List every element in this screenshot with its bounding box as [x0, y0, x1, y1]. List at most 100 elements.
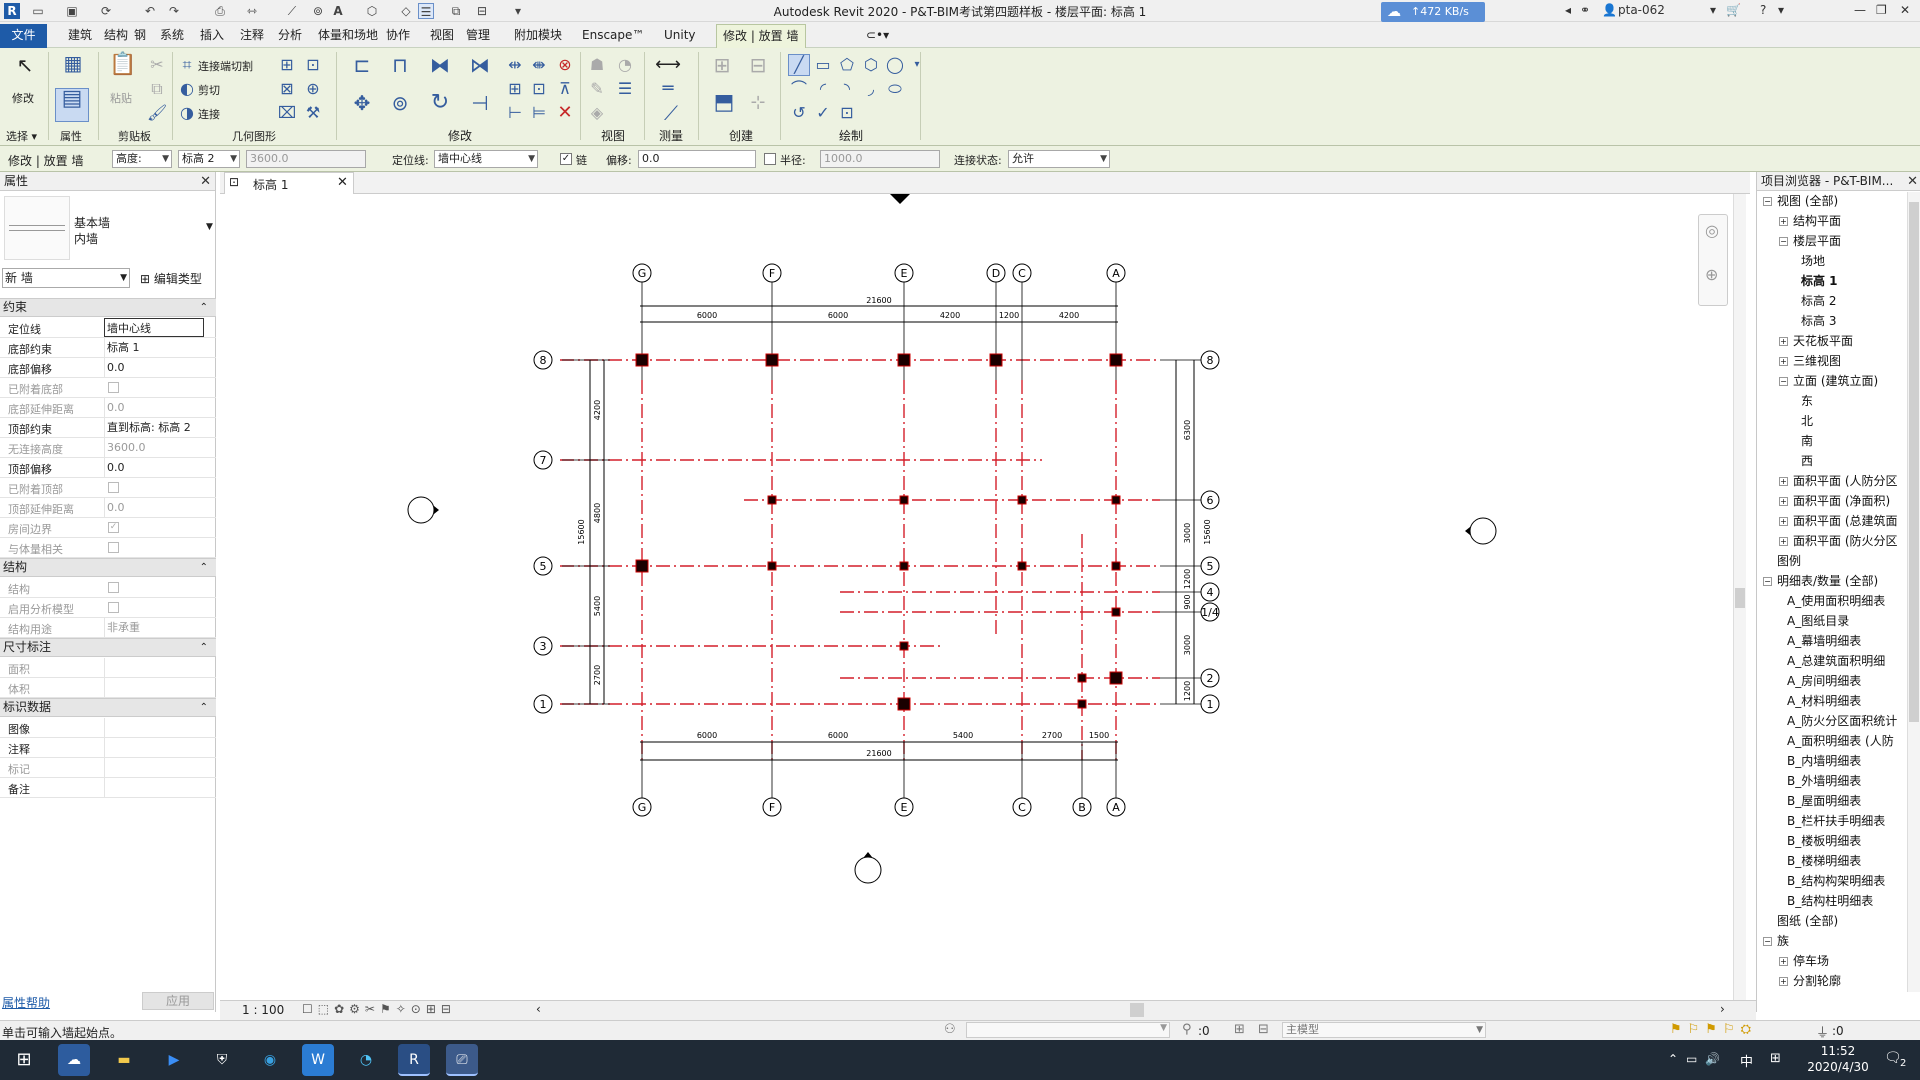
tray-icons[interactable]: ⌃▭🔊 [1668, 1052, 1728, 1066]
draw-circle-icon[interactable]: ◯ [884, 54, 906, 76]
wall-joins-icon[interactable]: ⊞ [276, 54, 298, 76]
ribbon-tab-0[interactable]: 文件 [0, 24, 47, 48]
browser-item[interactable]: A_材料明细表 [1779, 692, 1861, 710]
trim-extend-icon[interactable]: ⊣ [466, 92, 494, 120]
scrollbar-thumb[interactable] [1735, 588, 1745, 608]
property-group-header[interactable]: 结构 ⌃ [0, 558, 216, 577]
canvas-vertical-scrollbar[interactable] [1733, 194, 1746, 1000]
cut-clip-icon[interactable]: ✂ [146, 54, 168, 76]
axis-bubble-top-label[interactable]: E [901, 267, 908, 280]
browser-item[interactable]: B_内墙明细表 [1779, 752, 1861, 770]
paste-label[interactable]: 粘贴 [110, 90, 132, 106]
location-line-select[interactable]: 墙中心线 ▼ [434, 150, 538, 168]
property-value[interactable]: 0.0 [104, 358, 204, 377]
create-similar-icon[interactable]: ⊞ [708, 54, 736, 82]
browser-item[interactable]: − 楼层平面 [1779, 232, 1841, 250]
join-status-select[interactable]: 允许 ▼ [1008, 150, 1110, 168]
aligned-dimension-icon[interactable]: ═ [650, 78, 686, 100]
property-group-header[interactable]: 约束 ⌃ [0, 298, 216, 317]
join-cut-icon[interactable]: ⌗ [176, 54, 198, 76]
draw-line-icon[interactable]: ╱ [788, 54, 810, 76]
property-checkbox[interactable] [108, 482, 119, 493]
open-icon[interactable]: ▭ [30, 3, 46, 19]
close-icon[interactable]: ✕ [200, 172, 211, 191]
expand-icon[interactable]: + [1779, 517, 1788, 526]
offset-icon[interactable]: ⊓ [386, 54, 414, 82]
browser-item[interactable]: + 面积平面 (总建筑面 [1779, 512, 1898, 530]
view-control-icons[interactable]: ☐⬚✿⚙✂⚑✧⊙⊞⊟ [302, 1002, 456, 1016]
expand-icon[interactable]: + [1779, 217, 1788, 226]
draw-fillet-arc-icon[interactable]: ◞ [860, 78, 882, 100]
browser-item[interactable]: 标高 2 [1793, 292, 1836, 310]
dimension-icon[interactable]: ⟋ [284, 3, 300, 19]
collapse-icon[interactable]: − [1779, 237, 1788, 246]
axis-bubble-right-label[interactable]: 1 [1207, 698, 1214, 711]
structural-column[interactable] [1111, 561, 1121, 571]
browser-item[interactable]: − 立面 (建筑立面) [1779, 372, 1878, 390]
browser-item[interactable]: 图纸 (全部) [1763, 912, 1838, 930]
axis-bubble-right-label[interactable]: 4 [1207, 586, 1214, 599]
paint-icon[interactable]: ⊕ [302, 78, 324, 100]
browser-item[interactable]: A_防火分区面积统计 [1779, 712, 1897, 730]
design-option-select[interactable]: 主模型 ▼ [1282, 1022, 1486, 1038]
user-dropdown-icon[interactable]: ▾ [1710, 3, 1716, 17]
join-label[interactable]: 连接 [198, 106, 220, 122]
revit-logo-icon[interactable]: R [4, 3, 20, 19]
structural-column[interactable] [1017, 495, 1027, 505]
expand-icon[interactable]: + [1779, 977, 1788, 986]
measure-distance-icon[interactable]: ⟷ [650, 54, 686, 76]
type-selector-dropdown-icon[interactable]: ▼ [206, 222, 213, 232]
view-tab-level1[interactable]: ⊡ 标高 1 ✕ [224, 172, 354, 194]
ribbon-tab-15[interactable]: 修改 | 放置 墙 [716, 24, 806, 48]
hammer-icon[interactable]: ⚒ [302, 102, 324, 124]
browser-item[interactable]: 标高 3 [1793, 312, 1836, 330]
revit-taskbar-icon[interactable]: R [398, 1044, 430, 1076]
tag-icon[interactable]: ⊚ [310, 3, 326, 19]
expand-icon[interactable]: + [1779, 497, 1788, 506]
property-value[interactable]: 标高 1 [104, 338, 204, 357]
browser-item[interactable]: B_结构柱明细表 [1779, 892, 1873, 910]
text-icon[interactable]: A [330, 3, 346, 19]
structural-column[interactable] [1077, 699, 1087, 709]
collapse-icon[interactable]: ⌃ [200, 559, 208, 576]
property-value[interactable] [104, 758, 204, 777]
ribbon-tab-14[interactable]: Unity [664, 27, 696, 47]
draw-arc-tangent-icon[interactable]: ◝ [836, 78, 858, 100]
structural-column[interactable] [989, 353, 1003, 367]
close-hidden-icon[interactable]: ⧉ [448, 3, 464, 19]
split-icon[interactable]: ⇹ [504, 54, 526, 76]
property-value[interactable]: 0.0 [104, 498, 204, 517]
browser-item[interactable]: 标高 1 [1793, 272, 1838, 290]
browser-item[interactable]: + 天花板平面 [1779, 332, 1853, 350]
property-checkbox[interactable]: ✓ [108, 522, 119, 533]
ime-indicator[interactable]: 中 [1740, 1051, 1753, 1070]
structural-column[interactable] [899, 561, 909, 571]
baidu-netdisk-icon[interactable]: ☁ [58, 1044, 90, 1076]
nav-left-icon[interactable]: ◂ [1565, 3, 1571, 17]
ribbon-tab-7[interactable]: 分析 [278, 27, 302, 47]
save-icon[interactable]: ▣ [64, 3, 80, 19]
browser-item[interactable]: − 视图 (全部) [1763, 192, 1838, 210]
cart-icon[interactable]: 🛒 [1726, 3, 1741, 17]
browser-item[interactable]: + 结构平面 [1779, 212, 1841, 230]
ribbon-tab-3[interactable]: 钢 [134, 27, 146, 47]
draw-inscribed-polygon-icon[interactable]: ⬠ [836, 54, 858, 76]
browser-item[interactable]: + 分割轮廓 [1779, 972, 1841, 990]
section-icon[interactable]: ◇ [398, 3, 414, 19]
structural-column[interactable] [1077, 673, 1087, 683]
browser-item[interactable]: 场地 [1793, 252, 1825, 270]
ribbon-tab-4[interactable]: 系统 [160, 27, 184, 47]
view-scale[interactable]: 1 : 100 [242, 1003, 284, 1017]
expand-icon[interactable]: + [1779, 337, 1788, 346]
halftone-icon[interactable]: ☰ [614, 78, 636, 100]
axis-bubble-top-label[interactable]: D [992, 267, 1000, 280]
collapse-icon[interactable]: − [1763, 577, 1772, 586]
scale-icon[interactable]: ⊡ [528, 78, 550, 100]
property-value[interactable]: 非承重 [104, 618, 204, 637]
print-icon[interactable]: ⎙ [212, 3, 228, 19]
modify-cursor-icon[interactable]: ↖ [12, 54, 38, 80]
structural-column[interactable] [1017, 561, 1027, 571]
structural-column[interactable] [897, 353, 911, 367]
browser-item[interactable]: A_总建筑面积明细 [1779, 652, 1885, 670]
axis-bubble-right-label[interactable]: 1/4 [1201, 606, 1219, 619]
